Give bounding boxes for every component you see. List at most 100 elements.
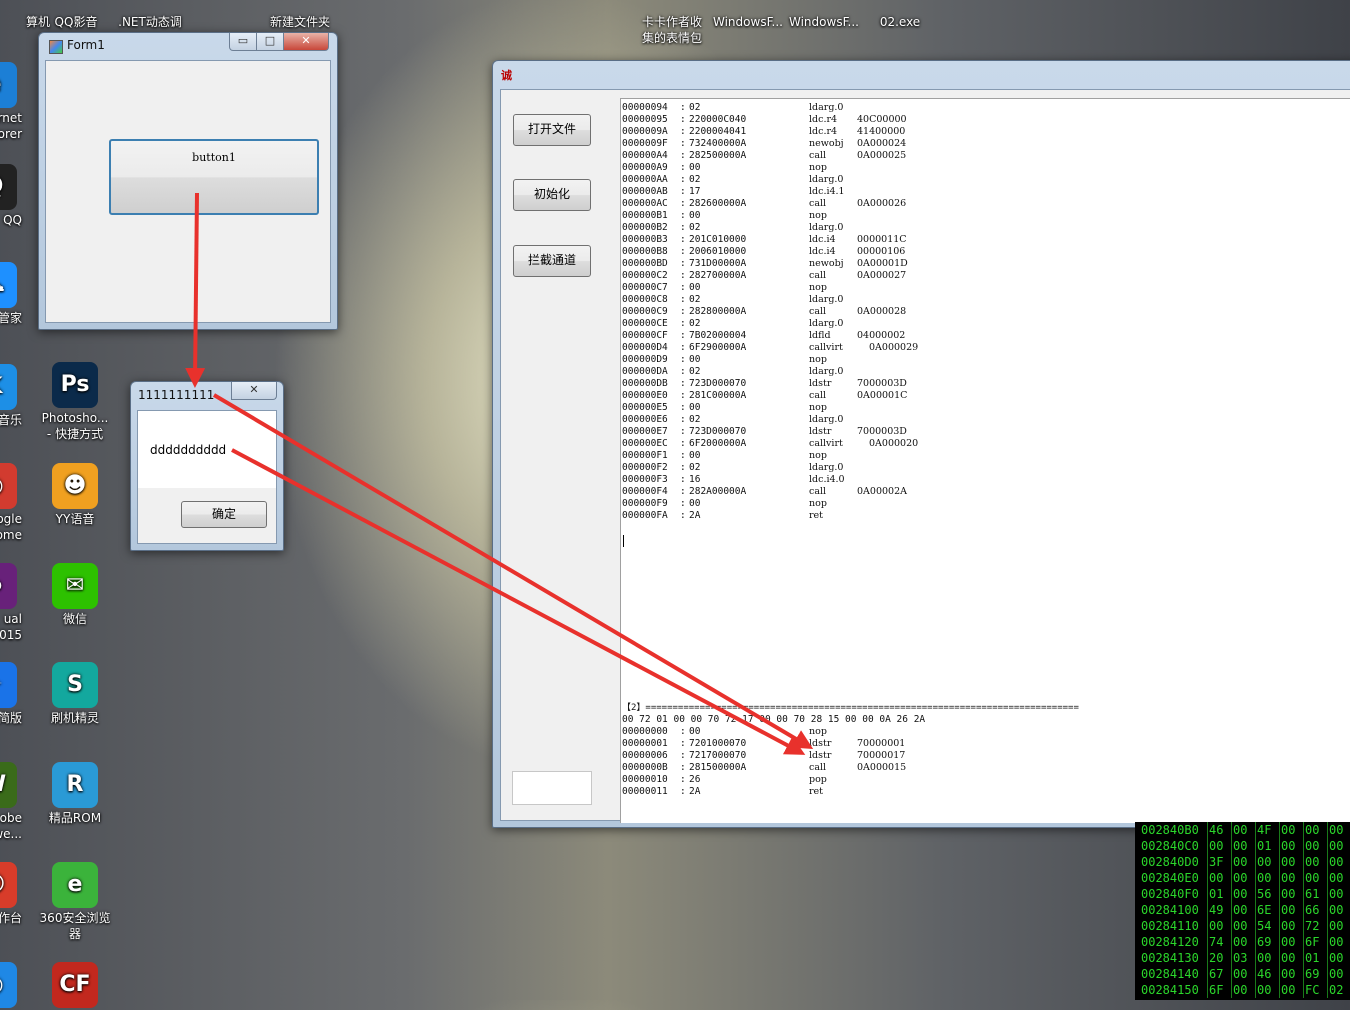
hex-byte: 00 [1281, 886, 1304, 902]
intercept-channel-button[interactable]: 拦截通道 [513, 245, 591, 277]
desktop-icon-net-dynamic[interactable]: .NET动态调 [112, 14, 188, 30]
hex-address: 00284130 [1141, 950, 1208, 966]
desktop-icon-wechat[interactable]: ✉ 微信 [37, 563, 113, 627]
hex-byte: 02 [1329, 982, 1350, 998]
hex-byte: 6E [1257, 902, 1280, 918]
desktop-icon-emoji-pack[interactable]: 卡卡作者收 集的表情包 [634, 14, 710, 46]
il-bytes: 02 [689, 366, 701, 377]
il-offset: 000000AC [622, 198, 668, 209]
il-opcode: ldc.i4 [809, 234, 836, 245]
button1[interactable]: button1 [109, 139, 319, 215]
maximize-button[interactable]: □ [256, 33, 284, 51]
hex-byte: 00 [1233, 854, 1256, 870]
hex-byte: 00 [1257, 950, 1280, 966]
desktop-icon-rom[interactable]: R 精品ROM [37, 762, 113, 826]
close-button[interactable]: ✕ [283, 33, 329, 51]
il-offset: 000000B2 [622, 222, 668, 233]
desktop-icon-photoshop[interactable]: Ps Photosho... - 快捷方式 [37, 362, 113, 442]
message-box[interactable]: 1111111111 ✕ dddddddddd 确定 [130, 381, 284, 551]
il-output-textbox[interactable]: 00000094:02 ldarg.0 00000095:220000C040 ldc… [620, 98, 1350, 823]
hex-address: 002840C0 [1141, 838, 1208, 854]
hex-byte: 69 [1257, 934, 1280, 950]
hex-address: 00284140 [1141, 966, 1208, 982]
il-offset: 000000F1 [622, 450, 668, 461]
init-button[interactable]: 初始化 [513, 179, 591, 211]
il-operand: 70000001 [857, 738, 906, 749]
desktop-icon-label: ogle ome [0, 512, 22, 542]
hex-byte: 00 [1329, 854, 1350, 870]
form1-window[interactable]: Form1 ▭ □ ✕ button1 [38, 32, 338, 330]
desktop-icon-exe-02[interactable]: 02.exe [862, 14, 938, 30]
hex-byte: 00 [1281, 918, 1304, 934]
il-bytes: 00 [689, 282, 701, 293]
desktop-icon-music[interactable]: K 音乐 [0, 364, 32, 428]
desktop-icon-workbench[interactable]: ☺ 工作台 [0, 862, 32, 926]
il-opcode: call [809, 390, 827, 401]
il-opcode: ldstr [809, 738, 832, 749]
il-row: 00000001:7201000070 ldstr 70000001 [622, 738, 1222, 750]
desktop-icon-windowsf-1[interactable]: WindowsF... [710, 14, 786, 30]
il-bytes: 201C010000 [689, 234, 747, 245]
il-offset: 000000C8 [622, 294, 668, 305]
desktop-icon-qq[interactable]: QQQ [0, 164, 32, 228]
il-opcode: nop [809, 282, 827, 293]
il-colon: : [680, 378, 686, 389]
hex-byte: 00 [1329, 822, 1350, 838]
hex-address: 002840D0 [1141, 854, 1208, 870]
desktop-icon-lite[interactable]: ✦ 精简版 [0, 662, 32, 726]
desktop-icon-flash-wizard[interactable]: S 刷机精灵 [37, 662, 113, 726]
il-opcode: nop [809, 162, 827, 173]
ok-button[interactable]: 确定 [181, 501, 267, 528]
il-row: 000000D9:00 nop [622, 354, 1222, 366]
desktop-icon-360-browser[interactable]: e 360安全浏览 器 [37, 862, 113, 942]
photoshop-icon: Ps [52, 362, 98, 408]
il-bytes: 00 [689, 450, 701, 461]
il-bytes: 282600000A [689, 198, 747, 209]
il-bytes: 02 [689, 462, 701, 473]
desktop-icon-yy[interactable]: ☻ YY语音 [37, 463, 113, 527]
minimize-button[interactable]: ▭ [229, 33, 257, 51]
hex-byte: 00 [1209, 918, 1232, 934]
desktop-icon-qq-video[interactable]: QQ影音 [38, 14, 114, 30]
il-row: 000000C8:02 ldarg.0 [622, 294, 1222, 306]
il-row: 000000B8:2006010000 ldc.i4 00000106 [622, 246, 1222, 258]
il-bytes: 02 [689, 294, 701, 305]
il-bytes: 00 [689, 402, 701, 413]
desktop-icon-new-folder[interactable]: 新建文件夹 [262, 14, 338, 30]
desktop-icon-browser-blue[interactable]: ◎ [0, 962, 32, 1010]
desktop-icon-label: 精品ROM [48, 811, 102, 825]
desktop-icon-manager[interactable]: ☁ 云管家 [0, 262, 32, 326]
il-row: 000000F2:02 ldarg.0 [622, 462, 1222, 474]
il-colon: : [680, 738, 686, 749]
il-opcode: ldstr [809, 378, 832, 389]
il-opcode: ldc.r4 [809, 114, 838, 125]
side-input[interactable] [512, 771, 592, 805]
hex-byte: 69 [1305, 966, 1328, 982]
il-bytes: 282700000A [689, 270, 747, 281]
desktop-icon-dreamweaver[interactable]: Wobe mwe... [0, 762, 32, 842]
il-offset: 000000EC [622, 438, 668, 449]
desktop-icon-ie[interactable]: e rnet orer [0, 62, 32, 142]
message-box-close-button[interactable]: ✕ [231, 382, 277, 400]
open-file-button[interactable]: 打开文件 [513, 114, 591, 146]
il-opcode: nop [809, 354, 827, 365]
message-text: dddddddddd [150, 443, 227, 457]
il-row: 000000FA:2A ret [622, 510, 1222, 522]
il-bytes: 2A [689, 786, 701, 797]
il-row: 00000000:00 nop [622, 726, 1222, 738]
yy-icon: ☻ [52, 463, 98, 509]
desktop-icon-windowsf-2[interactable]: WindowsF... [786, 14, 862, 30]
desktop-icon-cf[interactable]: CF [37, 962, 113, 1010]
main-window[interactable]: 诚 打开文件 初始化 拦截通道 00000094:02 ldarg.0 000000… [492, 60, 1350, 828]
il-opcode: call [809, 150, 827, 161]
il-offset: 000000C7 [622, 282, 668, 293]
desktop-icon-label: 新建文件夹 [269, 15, 330, 29]
desktop-icon-chrome[interactable]: ◉ ogle ome [0, 463, 32, 543]
il-offset: 000000B8 [622, 246, 668, 257]
hex-row: 00284130 20 03 00 00 01 00 [1135, 950, 1350, 966]
il-row: 000000B3:201C010000 ldc.i4 0000011C [622, 234, 1222, 246]
hex-byte: 66 [1305, 902, 1328, 918]
hex-byte: 00 [1233, 886, 1256, 902]
hex-byte: 00 [1281, 950, 1304, 966]
desktop-icon-visual-studio[interactable]: ∞ ual o 2015 [0, 563, 32, 643]
